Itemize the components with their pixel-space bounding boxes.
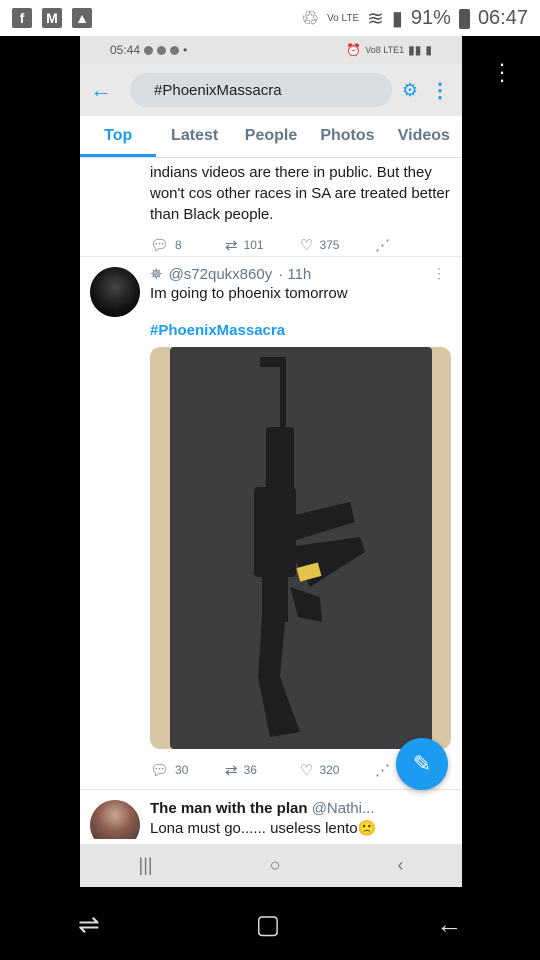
share-icon: ⋰ (375, 762, 390, 779)
back-icon[interactable]: ← (436, 909, 462, 940)
reply-button[interactable]: 💬︎ 8 (150, 235, 225, 256)
heart-icon: ♡ (300, 762, 314, 779)
reply-icon: 💬︎ (150, 762, 170, 779)
share-button[interactable]: ⋰ (375, 235, 450, 256)
system-indicators: ♲ Vo LTE ≋ ▮ 91% 06:47 (301, 6, 528, 31)
notification-dot-icon (144, 45, 154, 55)
search-tabs: Top Latest People Photos Videos (80, 116, 462, 158)
inner-battery-icon: ▮ (425, 43, 432, 57)
facebook-icon: f (12, 8, 32, 28)
reply-icon: 💬︎ (150, 237, 170, 254)
inner-signal-icon: ▮▮ (408, 43, 422, 57)
tweet-handle[interactable]: @Nathi... (312, 800, 375, 817)
filter-settings-icon[interactable]: ⚙ (392, 80, 428, 101)
tweet-more-icon[interactable]: ⋮ (432, 265, 446, 282)
retweet-button[interactable]: ⇄ 101 (225, 235, 300, 256)
share-icon: ⋰ (375, 237, 390, 254)
tweet-handle[interactable]: @s72qukx860y (169, 266, 273, 283)
tweet-actions: 💬︎ 8 ⇄ 101 ♡ 375 ⋰ (150, 235, 450, 256)
inner-navigation-bar: ||| ○ ‹ (80, 844, 462, 887)
avatar[interactable] (90, 800, 140, 839)
more-vertical-icon[interactable]: ⋮ (428, 78, 452, 103)
compose-tweet-button[interactable]: ✎ (396, 738, 448, 790)
tweet-time: · 11h (278, 265, 312, 283)
tweet-text: Im going to phoenix tomorrow (150, 285, 348, 302)
clock: 06:47 (477, 7, 528, 29)
alarm-icon: ⏰ (346, 43, 362, 57)
mail-icon: M (42, 8, 62, 28)
tweet-text: indians videos are there in public. But … (150, 164, 450, 223)
retweet-count: 101 (243, 238, 264, 252)
tab-videos[interactable]: Videos (386, 116, 462, 157)
retweet-count: 36 (243, 763, 257, 777)
recycle-icon: ♲ (301, 8, 320, 30)
tweet[interactable]: ⋮ ✵ @s72qukx860y · 11h Im going to phoen… (80, 257, 462, 779)
battery-icon (458, 8, 470, 29)
avatar[interactable] (90, 267, 140, 317)
tab-photos[interactable]: Photos (309, 116, 385, 157)
tab-top[interactable]: Top (80, 116, 157, 157)
heart-icon: ♡ (300, 237, 314, 254)
inner-clock: 05:44 (110, 43, 141, 57)
twitter-screen: 05:44 • ⏰ Vo8 LTE1 ▮▮ ▮ ← #PhoenixMassac… (80, 36, 462, 887)
tweet[interactable]: The man with the plan @Nathi... Lona mus… (80, 790, 462, 839)
inner-status-bar: 05:44 • ⏰ Vo8 LTE1 ▮▮ ▮ (80, 36, 462, 64)
reply-count: 30 (175, 763, 189, 777)
notification-icons: f M ▲ (12, 8, 92, 28)
back-arrow-icon[interactable]: ← (90, 77, 130, 103)
back-icon[interactable]: ‹ (397, 855, 403, 876)
like-count: 375 (319, 238, 340, 252)
tab-people[interactable]: People (233, 116, 309, 157)
battery-percent: 91% (410, 7, 451, 29)
home-icon[interactable]: ○ (270, 855, 281, 876)
notification-dot-icon (157, 45, 167, 55)
search-app-bar: ← #PhoenixMassacra ⚙ ⋮ (80, 64, 462, 116)
device-status-bar: f M ▲ ♲ Vo LTE ≋ ▮ 91% 06:47 (0, 0, 540, 36)
reply-count: 8 (175, 238, 182, 252)
tab-latest[interactable]: Latest (156, 116, 232, 157)
volte-label: Vo LTE (327, 12, 360, 24)
hashtag-link[interactable]: #PhoenixMassacra (150, 322, 450, 339)
tweet-text: Lona must go...... useless lento🙁 (150, 820, 377, 837)
reply-button[interactable]: 💬︎ 30 (150, 761, 225, 779)
user-badge-icon: ✵ (150, 266, 163, 283)
overflow-menu-icon[interactable]: · · · (498, 53, 506, 91)
recents-icon[interactable]: ⇌ (78, 909, 100, 940)
device-navigation-bar: ⇌ ▢ ← (0, 888, 540, 960)
notification-dot-icon (170, 45, 180, 55)
retweet-icon: ⇄ (225, 237, 238, 254)
like-button[interactable]: ♡ 375 (300, 235, 375, 256)
tweet-photo[interactable] (150, 347, 451, 749)
previous-tweet[interactable]: indians videos are there in public. But … (80, 158, 462, 256)
more-dot-icon: • (183, 43, 188, 57)
image-icon: ▲ (72, 8, 92, 28)
signal-icon: ▮ (391, 8, 403, 30)
recents-icon[interactable]: ||| (139, 855, 153, 876)
tweet-author-name[interactable]: The man with the plan (150, 800, 308, 817)
like-count: 320 (319, 763, 340, 777)
wifi-icon: ≋ (367, 8, 384, 30)
inner-net-label: Vo8 LTE1 (365, 45, 405, 55)
retweet-icon: ⇄ (225, 762, 238, 779)
retweet-button[interactable]: ⇄ 36 (225, 761, 300, 779)
search-input[interactable]: #PhoenixMassacra (130, 73, 392, 107)
home-icon[interactable]: ▢ (256, 909, 281, 940)
like-button[interactable]: ♡ 320 (300, 761, 375, 779)
rifle-image (254, 357, 365, 737)
tweet-feed[interactable]: indians videos are there in public. But … (80, 158, 462, 839)
